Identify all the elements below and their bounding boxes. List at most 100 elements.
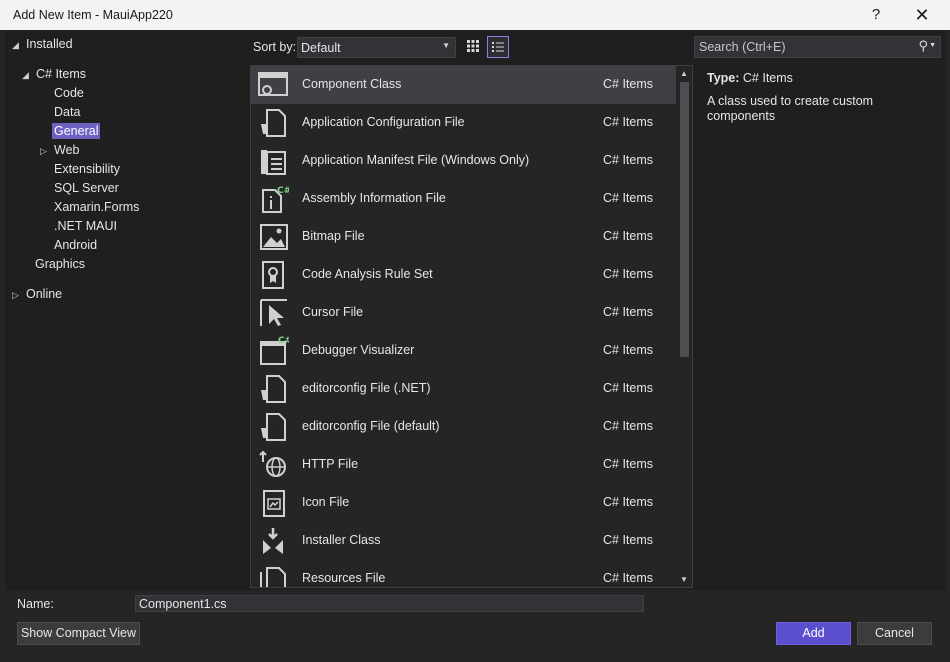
item-category: C# Items — [603, 305, 654, 319]
grid-view-button[interactable] — [462, 36, 484, 58]
name-label: Name: — [17, 597, 54, 611]
scroll-down-icon[interactable]: ▼ — [680, 575, 688, 584]
chevron-down-icon[interactable]: ▼ — [929, 42, 936, 49]
name-field[interactable] — [135, 595, 644, 612]
add-button[interactable]: Add — [776, 622, 851, 645]
tree-item-installed[interactable]: ◢ Installed — [12, 35, 75, 54]
list-item[interactable]: Resources File C# Items — [251, 560, 676, 587]
item-name: editorconfig File (default) — [302, 419, 440, 433]
tree-item-web[interactable]: ▷ Web — [40, 141, 81, 160]
tree-item-label: Online — [26, 287, 63, 301]
tree-item-code[interactable]: Code — [52, 84, 86, 103]
list-item[interactable]: C# Assembly Information File C# Items — [251, 180, 676, 218]
tree-item-android[interactable]: Android — [52, 236, 99, 255]
list-item[interactable]: Cursor File C# Items — [251, 294, 676, 332]
info-description: A class used to create custom components — [707, 94, 874, 123]
item-category: C# Items — [603, 381, 654, 395]
tree-item-net-maui[interactable]: .NET MAUI — [52, 217, 119, 236]
tree-item-graphics[interactable]: Graphics — [33, 255, 87, 274]
tree-item-label: C# Items — [36, 67, 87, 81]
tree-item-xamarin-forms[interactable]: Xamarin.Forms — [52, 198, 141, 217]
tree-item-label: General — [52, 123, 101, 139]
tree-item-data[interactable]: Data — [52, 103, 82, 122]
item-category: C# Items — [603, 229, 654, 243]
close-button[interactable]: ✕ — [900, 0, 944, 30]
search-input[interactable]: Search (Ctrl+E) ⚲ ▼ — [694, 36, 941, 58]
list-item[interactable]: Installer Class C# Items — [251, 522, 676, 560]
list-view-button[interactable] — [487, 36, 509, 58]
list-item[interactable]: editorconfig File (.NET) C# Items — [251, 370, 676, 408]
item-category: C# Items — [603, 77, 654, 91]
component-class-icon — [258, 72, 288, 96]
tree-item-label: SQL Server — [54, 181, 119, 195]
tree-item-extensibility[interactable]: Extensibility — [52, 160, 122, 179]
list-item[interactable]: Application Configuration File C# Items — [251, 104, 676, 142]
sort-by-dropdown[interactable]: Default ▼ — [297, 37, 456, 58]
expanded-arrow-icon[interactable]: ◢ — [12, 36, 24, 55]
list-item[interactable]: HTTP File C# Items — [251, 446, 676, 484]
config-file-icon — [261, 109, 286, 137]
tree-item-label: Installed — [26, 37, 73, 51]
list-view-icon — [492, 42, 504, 52]
expanded-arrow-icon[interactable]: ◢ — [22, 66, 34, 85]
info-type: Type: C# Items — [707, 71, 793, 85]
item-name: Resources File — [302, 571, 386, 585]
item-name: Code Analysis Rule Set — [302, 267, 433, 281]
item-info-panel: Type: C# Items A class used to create cu… — [699, 65, 941, 588]
list-item[interactable]: C# Debugger Visualizer C# Items — [251, 332, 676, 370]
item-name: Assembly Information File — [302, 191, 446, 205]
tree-item-label: Code — [54, 86, 84, 100]
item-category: C# Items — [603, 533, 654, 547]
item-name: Application Manifest File (Windows Only) — [302, 153, 530, 167]
tree-item-online[interactable]: ▷ Online — [12, 285, 64, 304]
item-name: HTTP File — [302, 457, 359, 471]
icon-file-icon — [263, 490, 285, 517]
show-compact-view-button[interactable]: Show Compact View — [17, 622, 140, 645]
title-bar: Add New Item - MauiApp220 ? ✕ — [0, 0, 950, 31]
assembly-info-icon: C# — [262, 186, 289, 213]
svg-text:C#: C# — [277, 186, 289, 196]
item-name: Cursor File — [302, 305, 364, 319]
dialog-border-right — [945, 30, 950, 662]
sort-by-value: Default — [301, 41, 341, 55]
debugger-visualizer-icon: C# — [260, 336, 289, 365]
tree-item-general[interactable]: General — [52, 122, 101, 141]
scroll-up-icon[interactable]: ▲ — [680, 69, 688, 78]
tree-item-label: .NET MAUI — [54, 219, 117, 233]
search-icon[interactable]: ⚲ — [918, 38, 928, 54]
help-button[interactable]: ? — [854, 0, 898, 30]
list-item[interactable]: Bitmap File C# Items — [251, 218, 676, 256]
cancel-button[interactable]: Cancel — [857, 622, 932, 645]
rule-set-icon — [262, 261, 284, 289]
list-item[interactable]: editorconfig File (default) C# Items — [251, 408, 676, 446]
svg-text:C#: C# — [278, 336, 289, 346]
manifest-file-icon — [261, 150, 286, 175]
collapsed-arrow-icon[interactable]: ▷ — [40, 142, 52, 161]
category-tree: ◢ Installed ◢ C# Items Code Data General ▷… — [5, 32, 245, 592]
tree-item-sql-server[interactable]: SQL Server — [52, 179, 121, 198]
info-type-value: C# Items — [742, 71, 793, 85]
bitmap-icon — [260, 224, 288, 250]
list-item[interactable]: Application Manifest File (Windows Only)… — [251, 142, 676, 180]
collapsed-arrow-icon[interactable]: ▷ — [12, 286, 24, 305]
tree-item-label: Graphics — [35, 257, 86, 271]
item-name: Component Class — [302, 77, 402, 91]
search-placeholder: Search (Ctrl+E) — [699, 40, 786, 54]
item-name: Debugger Visualizer — [302, 343, 415, 357]
list-item[interactable]: Component Class C# Items — [251, 66, 676, 104]
item-category: C# Items — [603, 191, 654, 205]
editorconfig-icon — [261, 375, 286, 403]
item-category: C# Items — [603, 115, 654, 129]
item-category: C# Items — [603, 571, 654, 585]
scroll-thumb[interactable] — [680, 82, 689, 357]
list-item[interactable]: Icon File C# Items — [251, 484, 676, 522]
list-scrollbar[interactable]: ▲ ▼ — [677, 66, 692, 587]
cursor-file-icon — [260, 299, 287, 326]
list-item[interactable]: Code Analysis Rule Set C# Items — [251, 256, 676, 294]
resources-file-icon — [260, 567, 286, 587]
item-category: C# Items — [603, 343, 654, 357]
editorconfig-icon — [261, 413, 286, 441]
item-category: C# Items — [603, 153, 654, 167]
tree-item-label: Data — [54, 105, 81, 119]
tree-item-csharp-items[interactable]: ◢ C# Items — [22, 65, 88, 84]
